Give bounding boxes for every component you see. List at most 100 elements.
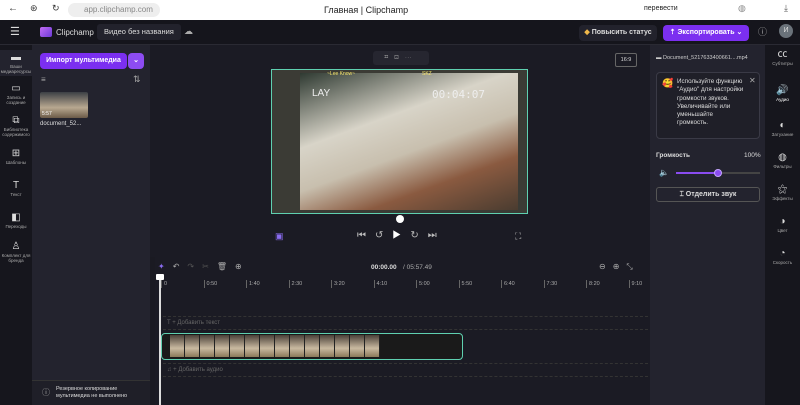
volume-slider[interactable] [676,169,760,177]
tick-label: 5:00 [416,280,430,288]
playhead-handle[interactable] [156,274,164,280]
timeline-toolbar: ✦↶↷✂🗑⊕ [158,262,250,271]
undo-icon[interactable]: ↶ [173,262,188,271]
aspect-ratio-button[interactable]: 16:9 [615,53,637,67]
fit-icon: ⊡ [394,54,405,61]
export-button[interactable]: ⇡ Экспортировать ⌄ [663,25,749,41]
skip-back-icon[interactable]: ⏮ [357,230,375,241]
preview-toolbar[interactable]: ⌗⊡⋯ [373,51,429,65]
rrail-fade[interactable]: ◐ Затухание [765,120,800,137]
video-image [300,73,518,210]
volume-value: 100% [744,152,761,159]
browser-bar: ← ⊛ ↻ app.clipchamp.com Главная | Clipch… [0,0,800,20]
skip-forward-icon[interactable]: ⏭ [428,230,446,241]
clip-frame [170,335,185,357]
import-dropdown-icon[interactable]: ⌄ [128,53,144,69]
avatar[interactable]: И [779,24,793,38]
sort-icon[interactable]: ⇅ [133,74,141,85]
clip-frame [365,335,380,357]
forward-5-icon[interactable]: ↻ [410,230,427,241]
diamond-icon: ◆ [584,29,590,36]
volume-knob[interactable] [714,169,722,177]
download-icon[interactable]: ⤓ [784,3,788,14]
zoom-out-icon[interactable]: ⊖ [599,262,613,271]
add-media-icon[interactable]: ⊕ [235,262,250,271]
cloud-sync-icon[interactable]: ☁ [184,26,193,37]
media-panel: Импорт мультимедиа ⌄ ≡ ⇅ 5:57 document_5… [32,45,150,405]
clip-frame [275,335,290,357]
tick-label: 9:10 [628,280,642,288]
project-name-input[interactable]: Видео без названия [97,24,181,40]
tick-label: 2:30 [288,280,302,288]
detach-audio-button[interactable]: ⌶ Отделить звук [656,187,760,202]
rewind-5-icon[interactable]: ↺ [375,230,392,241]
rail-item-library[interactable]: ⧉ Библиотека содержимого [0,115,32,137]
help-icon[interactable]: ⓘ [758,25,767,38]
templates-icon: ⊞ [11,148,21,159]
fullscreen-icon[interactable]: ⛶ [515,231,521,242]
media-thumbnail[interactable]: 5:57 [40,92,88,118]
video-clip[interactable] [161,333,463,360]
rail-item-media[interactable]: ▬ Ваши медиаресурсы [0,50,32,76]
back-icon[interactable]: ← [8,3,18,14]
menu-icon[interactable]: ☰ [10,25,20,38]
play-icon[interactable]: ▶ [392,230,410,241]
crop-icon: ⌗ [384,54,395,61]
reload-icon[interactable]: ↻ [52,3,60,14]
rail-item-record[interactable]: ▭ Запись и создание [0,83,32,105]
translate-button[interactable]: перевести [644,5,678,12]
add-audio-track[interactable]: ♫ + Добавить аудио [163,363,648,377]
rail-item-templates[interactable]: ⊞ Шаблоны [0,148,32,165]
rotate-handle[interactable] [396,215,404,223]
filters-icon: ◍ [778,152,787,163]
clip-frame [230,335,245,357]
video-frame[interactable]: ~Lee Know~ SKZ LAY 00:04:07 [271,69,528,214]
playback-controls: ⏮↺▶↻⏭ [357,230,446,241]
rail-item-brand-kit[interactable]: ♙ Комплект для бренда [0,241,32,263]
current-time: 00:00.00 [371,264,397,271]
right-nav-rail: ㏄ Субтитры 🔊 Аудио ◐ Затухание ◍ Фильтры ⚝ Эф… [765,45,800,405]
rrail-speed[interactable]: ◔ Скорость [765,248,800,265]
fade-icon: ◐ [779,120,786,131]
library-icon: ⧉ [12,115,20,126]
more-icon: ⋯ [404,54,418,61]
magic-icon[interactable]: ✦ [158,262,173,271]
clipchamp-logo-icon [40,27,52,37]
import-media-button[interactable]: Импорт мультимедиа [40,53,127,69]
tick-label: 5:50 [458,280,472,288]
add-text-track[interactable]: T + Добавить текст [163,316,648,330]
rrail-color[interactable]: ◑ Цвет [765,216,800,233]
file-name: ▬ Document_5217633400661....mp4 [656,55,748,61]
fit-timeline-icon[interactable]: ⤡ [626,262,639,271]
redo-icon[interactable]: ↷ [187,262,202,271]
zoom-in-icon[interactable]: ⊕ [613,262,627,271]
clip-frame [185,335,200,357]
speaker-icon[interactable]: 🔈 [659,168,669,177]
text-icon: T [12,180,20,191]
rail-item-transitions[interactable]: ◧ Переходы [0,212,32,229]
delete-icon[interactable]: 🗑 [217,262,235,271]
timeline: ✦↶↷✂🗑⊕ 00:00.00 / 05:57.49 ⊖⊕⤡ 0 0:50 1:40… [155,257,650,405]
filter-icon[interactable]: ≡ [41,75,46,84]
rrail-subtitles[interactable]: ㏄ Субтитры [765,49,800,66]
audio-tip-card: 🥰 Используйте функцию "Аудио" для настро… [656,72,760,139]
globe-icon[interactable]: ◍ [738,3,746,14]
cut-icon[interactable]: ✂ [202,262,217,271]
volume-fill [676,172,718,174]
upgrade-button[interactable]: ◆ Повысить статус [579,25,657,41]
properties-panel: ▬ Document_5217633400661....mp4 🥰 Исполь… [650,45,765,405]
tick-label: 7:30 [543,280,557,288]
rail-item-text[interactable]: T Текст [0,180,32,197]
rrail-filters[interactable]: ◍ Фильтры [765,152,800,169]
rrail-audio[interactable]: 🔊 Аудио [765,85,800,102]
clip-frame [215,335,230,357]
address-bar[interactable]: app.clipchamp.com [68,3,160,17]
image-effects-icon[interactable]: ▣ [275,231,284,242]
rrail-effects[interactable]: ⚝ Эффекты [765,184,800,201]
close-icon[interactable]: ✕ [749,76,756,85]
site-info-icon[interactable]: ⊛ [30,3,38,14]
backup-notice[interactable]: ⓘ Резервное копирование мультимедиа не в… [32,380,150,405]
transitions-icon: ◧ [11,212,21,223]
tick-label: 8:20 [586,280,600,288]
clip-frame [305,335,320,357]
